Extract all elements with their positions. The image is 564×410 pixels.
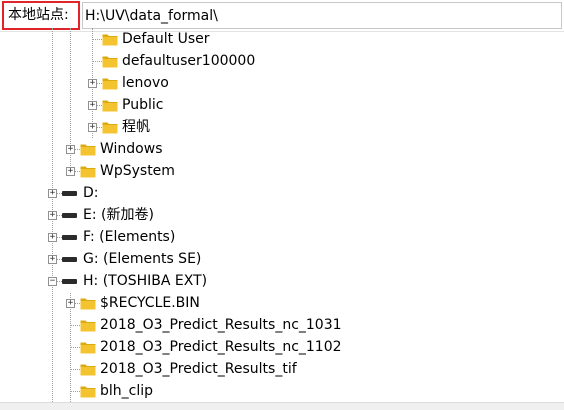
folder-node[interactable]: + $RECYCLE.BIN <box>0 292 564 314</box>
node-label: E: (新加卷) <box>83 207 154 223</box>
folder-icon <box>80 364 96 376</box>
folder-node[interactable]: + lenovo <box>0 72 564 94</box>
horizontal-scrollbar[interactable] <box>0 402 564 410</box>
tree-connector <box>70 369 80 370</box>
node-label: Default User <box>122 31 210 47</box>
folder-icon <box>102 100 118 112</box>
folder-node[interactable]: 2018_O3_Predict_Results_nc_1102 <box>0 336 564 358</box>
folder-icon <box>80 166 96 178</box>
node-label: Windows <box>100 141 163 157</box>
folder-node[interactable]: blh_clip <box>0 380 564 402</box>
collapse-toggle-icon[interactable]: − <box>48 277 57 286</box>
folder-icon <box>102 34 118 46</box>
node-label: 程帆 <box>122 119 150 135</box>
tree-connector <box>92 39 102 40</box>
node-label: F: (Elements) <box>83 229 176 245</box>
tree-connector <box>92 61 102 62</box>
folder-node[interactable]: + Windows <box>0 138 564 160</box>
folder-node[interactable]: Default User <box>0 28 564 50</box>
tree-connector <box>70 325 80 326</box>
drive-node[interactable]: + G: (Elements SE) <box>0 248 564 270</box>
drive-node[interactable]: + D: <box>0 182 564 204</box>
expand-toggle-icon[interactable]: + <box>88 101 97 110</box>
drive-icon <box>62 213 77 218</box>
folder-icon <box>102 78 118 90</box>
folder-node[interactable]: defaultuser100000 <box>0 50 564 72</box>
drive-icon <box>62 235 77 240</box>
node-label: 2018_O3_Predict_Results_tif <box>100 361 297 377</box>
node-label: lenovo <box>122 75 169 91</box>
folder-icon <box>80 342 96 354</box>
expand-toggle-icon[interactable]: + <box>48 233 57 242</box>
folder-icon <box>80 298 96 310</box>
folder-node[interactable]: + 程帆 <box>0 116 564 138</box>
node-label: Public <box>122 97 164 113</box>
folder-tree[interactable]: Default User defaultuser100000 + lenovo + Pub… <box>0 28 564 402</box>
node-label: H: (TOSHIBA EXT) <box>83 273 208 289</box>
node-label: 2018_O3_Predict_Results_nc_1031 <box>100 317 342 333</box>
expand-toggle-icon[interactable]: + <box>48 189 57 198</box>
local-site-label: 本地站点: <box>2 1 80 30</box>
folder-icon <box>102 122 118 134</box>
local-path-input[interactable] <box>82 2 562 29</box>
node-label: blh_clip <box>100 383 154 399</box>
drive-node[interactable]: + E: (新加卷) <box>0 204 564 226</box>
drive-icon <box>62 279 77 284</box>
folder-node[interactable]: 2018_O3_Predict_Results_tif <box>0 358 564 380</box>
expand-toggle-icon[interactable]: + <box>66 145 75 154</box>
expand-toggle-icon[interactable]: + <box>66 167 75 176</box>
drive-icon <box>62 191 77 196</box>
expand-toggle-icon[interactable]: + <box>48 255 57 264</box>
expand-toggle-icon[interactable]: + <box>66 299 75 308</box>
node-label: 2018_O3_Predict_Results_nc_1102 <box>100 339 342 355</box>
folder-icon <box>80 386 96 398</box>
node-label: WpSystem <box>100 163 175 179</box>
node-label: G: (Elements SE) <box>83 251 202 267</box>
folder-icon <box>102 56 118 68</box>
expand-toggle-icon[interactable]: + <box>88 79 97 88</box>
expand-toggle-icon[interactable]: + <box>88 123 97 132</box>
tree-connector <box>70 347 80 348</box>
node-label: $RECYCLE.BIN <box>100 295 200 311</box>
drive-node[interactable]: + F: (Elements) <box>0 226 564 248</box>
node-label: defaultuser100000 <box>122 53 256 69</box>
node-label: D: <box>83 185 99 201</box>
drive-icon <box>62 257 77 262</box>
tree-connector <box>70 391 80 392</box>
local-site-panel: 本地站点: Default User defaultuser100000 + leno… <box>0 0 564 410</box>
folder-node[interactable]: + Public <box>0 94 564 116</box>
folder-icon <box>80 320 96 332</box>
folder-icon <box>80 144 96 156</box>
drive-node[interactable]: − H: (TOSHIBA EXT) <box>0 270 564 292</box>
folder-node[interactable]: + WpSystem <box>0 160 564 182</box>
expand-toggle-icon[interactable]: + <box>48 211 57 220</box>
folder-node[interactable]: 2018_O3_Predict_Results_nc_1031 <box>0 314 564 336</box>
